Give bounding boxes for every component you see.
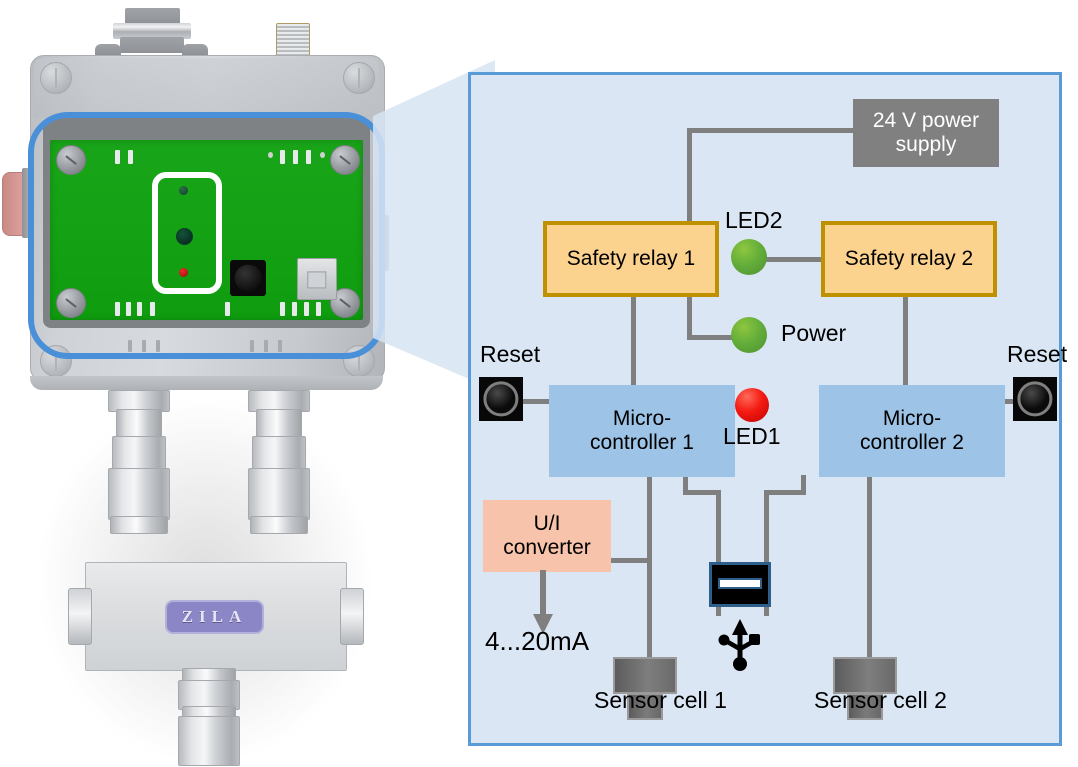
wire-mcu2-to-sensor2	[867, 475, 872, 657]
top-connector-base	[120, 37, 184, 53]
vent-slot	[264, 340, 268, 352]
node-label: Safety relay 2	[844, 246, 974, 270]
fitting-barrel	[256, 409, 302, 439]
node-24v-power-supply[interactable]: 24 V power supply	[853, 99, 999, 167]
node-safety-relay-2[interactable]: Safety relay 2	[821, 221, 997, 297]
antenna-connector	[276, 23, 310, 58]
node-microcontroller-2[interactable]: Micro- controller 2	[819, 385, 1005, 477]
vent-slot	[250, 340, 254, 352]
node-label-line2: controller 2	[860, 431, 964, 454]
node-label: Safety relay 1	[566, 246, 696, 270]
label-power: Power	[781, 320, 847, 346]
block-diagram-panel: 24 V power supply Safety relay 1 Safety …	[468, 72, 1067, 746]
node-safety-relay-1[interactable]: Safety relay 1	[543, 221, 719, 297]
fitting-barrel	[116, 409, 162, 439]
reset-button-left[interactable]	[479, 377, 523, 421]
label-sensor-cell-1: Sensor cell 1	[594, 687, 727, 713]
wire-mcu2-usb-jog	[764, 490, 806, 495]
led1-red-indicator	[735, 388, 769, 422]
fitting-nut	[252, 436, 306, 472]
node-label-line1: U/I	[533, 511, 561, 535]
wire-relay2-to-mcu2	[903, 295, 908, 387]
brand-logo: ZILA	[165, 600, 264, 634]
node-ui-converter[interactable]: U/I converter	[483, 500, 611, 572]
label-output-current: 4...20mA	[485, 626, 590, 656]
top-connector-foot-right	[182, 44, 208, 55]
power-led-green-indicator	[731, 317, 767, 353]
top-connector-foot-left	[95, 44, 121, 55]
fitting-collar	[110, 516, 168, 534]
zoom-region-highlight	[28, 112, 385, 359]
wire-mcu1-to-sensor1	[647, 475, 652, 657]
manifold-port-left	[68, 588, 92, 645]
label-led1: LED1	[723, 423, 781, 449]
enclosure-lid-edge	[34, 58, 379, 118]
wire-relay1-to-mcu1	[631, 295, 636, 387]
label-reset-right: Reset	[1007, 341, 1068, 367]
fitting-nut	[248, 468, 310, 520]
wire-psu-to-bus	[687, 128, 855, 133]
enclosure-bottom-plate	[30, 376, 383, 390]
node-microcontroller-1[interactable]: Micro- controller 1	[549, 385, 735, 477]
node-label-line2: controller 1	[590, 431, 694, 454]
label-sensor-cell-2: Sensor cell 2	[814, 687, 947, 713]
corner-screw-tl	[40, 62, 72, 94]
label-reset-left: Reset	[480, 341, 541, 367]
node-label-line1: Micro-	[612, 406, 672, 430]
vent-slot	[142, 340, 146, 352]
wire-led2-to-relay2	[761, 257, 823, 262]
reset-button-right[interactable]	[1013, 377, 1057, 421]
vent-slot	[128, 340, 132, 352]
vent-slot	[278, 340, 282, 352]
fitting-nut-bottom2	[178, 716, 240, 766]
node-label-line1: Micro-	[882, 406, 942, 430]
led2-green-indicator	[731, 239, 767, 275]
node-label: 24 V power supply	[872, 108, 980, 156]
fitting-nut	[112, 436, 166, 472]
fitting-collar	[250, 516, 308, 534]
usb-trident-icon	[718, 619, 760, 671]
wire-converter-to-mcu1	[611, 558, 652, 563]
manifold-port-right	[340, 588, 364, 645]
usb-port-icon[interactable]	[709, 562, 771, 607]
label-led2: LED2	[725, 207, 783, 233]
vent-slot	[156, 340, 160, 352]
wire-bus-to-power-led	[687, 335, 733, 340]
fitting-nut	[108, 468, 170, 520]
node-label-line2: converter	[503, 536, 591, 559]
